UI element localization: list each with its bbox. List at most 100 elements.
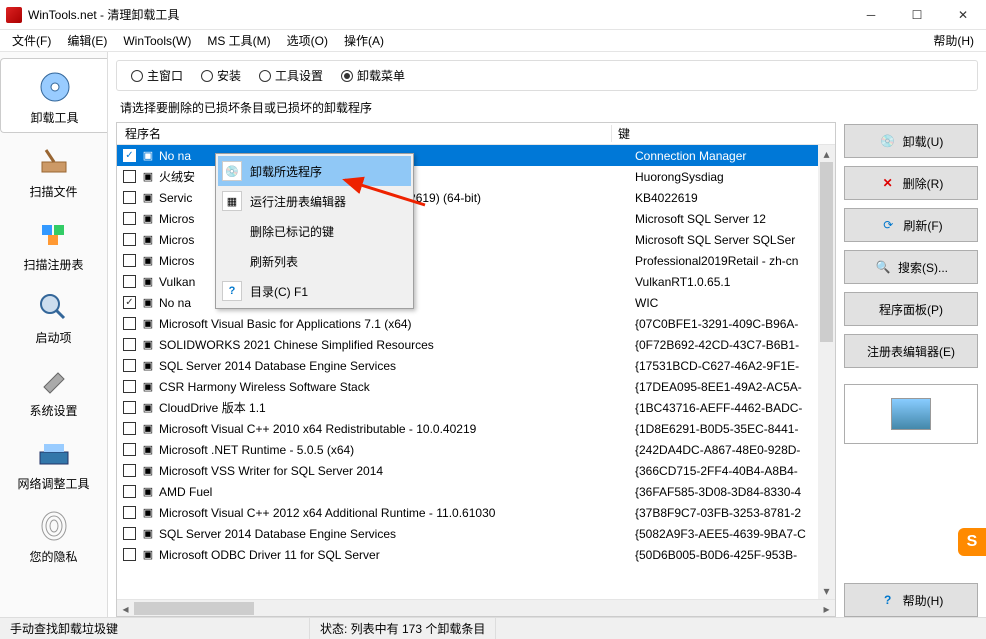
tab-main[interactable]: 主窗口 [125, 65, 189, 86]
registry-key: {1D8E6291-B0D5-35EC-8441- [629, 422, 835, 436]
ctx-refresh-list[interactable]: 刷新列表 [218, 246, 411, 276]
titlebar: WinTools.net - 清理卸载工具 ─ ☐ ✕ [0, 0, 986, 30]
table-row[interactable]: ▣Microsoft Visual C++ 2012 x64 Additiona… [117, 502, 835, 523]
magnifier-icon [30, 287, 78, 327]
tab-install[interactable]: 安装 [195, 65, 247, 86]
minimize-button[interactable]: ─ [848, 0, 894, 30]
refresh-button[interactable]: ⟳刷新(F) [844, 208, 978, 242]
menu-help[interactable]: 帮助(H) [925, 30, 982, 51]
table-row[interactable]: ▣Microsoft Visual C++ 2010 x64 Redistrib… [117, 418, 835, 439]
table-row[interactable]: ▣Microsoft VSS Writer for SQL Server 201… [117, 460, 835, 481]
menu-wintools[interactable]: WinTools(W) [115, 32, 199, 50]
checkbox[interactable] [123, 380, 136, 393]
scroll-left-icon[interactable]: ◂ [117, 600, 134, 617]
x-icon: ✕ [879, 174, 897, 192]
table-row[interactable]: ▣CSR Harmony Wireless Software Stack{17D… [117, 376, 835, 397]
table-row[interactable]: ▣SQL Server 2014 Database Engine Service… [117, 523, 835, 544]
checkbox[interactable] [123, 233, 136, 246]
regedit-button[interactable]: 注册表编辑器(E) [844, 334, 978, 368]
checkbox[interactable] [123, 506, 136, 519]
table-row[interactable]: ▣Microsoft .NET Runtime - 5.0.5 (x64){24… [117, 439, 835, 460]
checkbox[interactable] [123, 527, 136, 540]
program-icon: ▣ [140, 505, 156, 521]
sidebar-item-startup[interactable]: 启动项 [0, 279, 107, 352]
program-icon: ▣ [140, 190, 156, 206]
table-row[interactable]: ▣Microsoft ODBC Driver 11 for SQL Server… [117, 544, 835, 565]
sidebar-item-network[interactable]: 网络调整工具 [0, 425, 107, 498]
checkbox[interactable] [123, 170, 136, 183]
program-name: Microsoft Visual C++ 2012 x64 Additional… [159, 506, 629, 520]
table-row[interactable]: ▣SQL Server 2014 Database Engine Service… [117, 355, 835, 376]
sidebar-item-scanreg[interactable]: 扫描注册表 [0, 206, 107, 279]
search-button[interactable]: 🔍搜索(S)... [844, 250, 978, 284]
program-icon: ▣ [140, 295, 156, 311]
vertical-scrollbar[interactable]: ▴ ▾ [818, 145, 835, 599]
table-row[interactable]: ▣Microsoft Visual Basic for Applications… [117, 313, 835, 334]
checkbox[interactable] [123, 548, 136, 561]
col-key[interactable]: 键 [612, 125, 835, 142]
app-icon [6, 7, 22, 23]
scroll-down-icon[interactable]: ▾ [818, 582, 835, 599]
menu-mstools[interactable]: MS 工具(M) [199, 30, 278, 51]
program-name: Microsoft Visual Basic for Applications … [159, 317, 629, 331]
scroll-right-icon[interactable]: ▸ [818, 600, 835, 617]
program-name: CSR Harmony Wireless Software Stack [159, 380, 629, 394]
registry-key: {07C0BFE1-3291-409C-B96A- [629, 317, 835, 331]
col-program[interactable]: 程序名 [117, 125, 612, 142]
delete-button[interactable]: ✕删除(R) [844, 166, 978, 200]
ctx-catalog[interactable]: ? 目录(C) F1 [218, 276, 411, 306]
disc-icon: 💿 [222, 161, 242, 181]
checkbox[interactable] [123, 443, 136, 456]
preview-box [844, 384, 978, 444]
horizontal-scrollbar[interactable]: ◂ ▸ [117, 599, 835, 616]
menu-options[interactable]: 选项(O) [279, 30, 336, 51]
tab-toolset[interactable]: 工具设置 [253, 65, 329, 86]
program-panel-button[interactable]: 程序面板(P) [844, 292, 978, 326]
sidebar-item-scanfiles[interactable]: 扫描文件 [0, 133, 107, 206]
checkbox[interactable]: ✓ [123, 149, 136, 162]
program-name: SQL Server 2014 Database Engine Services [159, 359, 629, 373]
checkbox[interactable] [123, 464, 136, 477]
sidebar-item-system[interactable]: 系统设置 [0, 352, 107, 425]
registry-key: Connection Manager [629, 149, 835, 163]
ctx-delete-marked[interactable]: 删除已标记的键 [218, 216, 411, 246]
scroll-up-icon[interactable]: ▴ [818, 145, 835, 162]
cubes-icon [30, 214, 78, 254]
checkbox[interactable] [123, 422, 136, 435]
maximize-button[interactable]: ☐ [894, 0, 940, 30]
disc-icon [31, 67, 79, 107]
checkbox[interactable] [123, 485, 136, 498]
checkbox[interactable] [123, 317, 136, 330]
registry-key: Microsoft SQL Server 12 [629, 212, 835, 226]
checkbox[interactable] [123, 359, 136, 372]
checkbox[interactable] [123, 401, 136, 414]
checkbox[interactable]: ✓ [123, 296, 136, 309]
floating-badge[interactable]: S [958, 528, 986, 556]
checkbox[interactable] [123, 338, 136, 351]
table-row[interactable]: ▣SOLIDWORKS 2021 Chinese Simplified Reso… [117, 334, 835, 355]
registry-key: Microsoft SQL Server SQLSer [629, 233, 835, 247]
scroll-thumb[interactable] [134, 602, 254, 615]
menu-actions[interactable]: 操作(A) [336, 30, 392, 51]
close-button[interactable]: ✕ [940, 0, 986, 30]
menu-file[interactable]: 文件(F) [4, 30, 59, 51]
tab-uninstmenu[interactable]: 卸载菜单 [335, 65, 411, 86]
table-row[interactable]: ▣CloudDrive 版本 1.1{1BC43716-AEFF-4462-BA… [117, 397, 835, 418]
menu-edit[interactable]: 编辑(E) [59, 30, 115, 51]
checkbox[interactable] [123, 191, 136, 204]
checkbox[interactable] [123, 275, 136, 288]
checkbox[interactable] [123, 212, 136, 225]
uninstall-button[interactable]: 💿卸载(U) [844, 124, 978, 158]
sidebar-item-uninstall[interactable]: 卸载工具 [0, 58, 108, 133]
checkbox[interactable] [123, 254, 136, 267]
sidebar-item-privacy[interactable]: 您的隐私 [0, 498, 107, 571]
menubar: 文件(F) 编辑(E) WinTools(W) MS 工具(M) 选项(O) 操… [0, 30, 986, 52]
help-button[interactable]: ?帮助(H) [844, 583, 978, 617]
table-row[interactable]: ▣AMD Fuel{36FAF585-3D08-3D84-8330-4 [117, 481, 835, 502]
scroll-thumb[interactable] [820, 162, 833, 342]
ctx-run-regedit[interactable]: ▦ 运行注册表编辑器 [218, 186, 411, 216]
program-icon: ▣ [140, 337, 156, 353]
program-icon: ▣ [140, 400, 156, 416]
tab-row: 主窗口 安装 工具设置 卸载菜单 [116, 60, 978, 91]
ctx-uninstall-selected[interactable]: 💿 卸载所选程序 [218, 156, 411, 186]
